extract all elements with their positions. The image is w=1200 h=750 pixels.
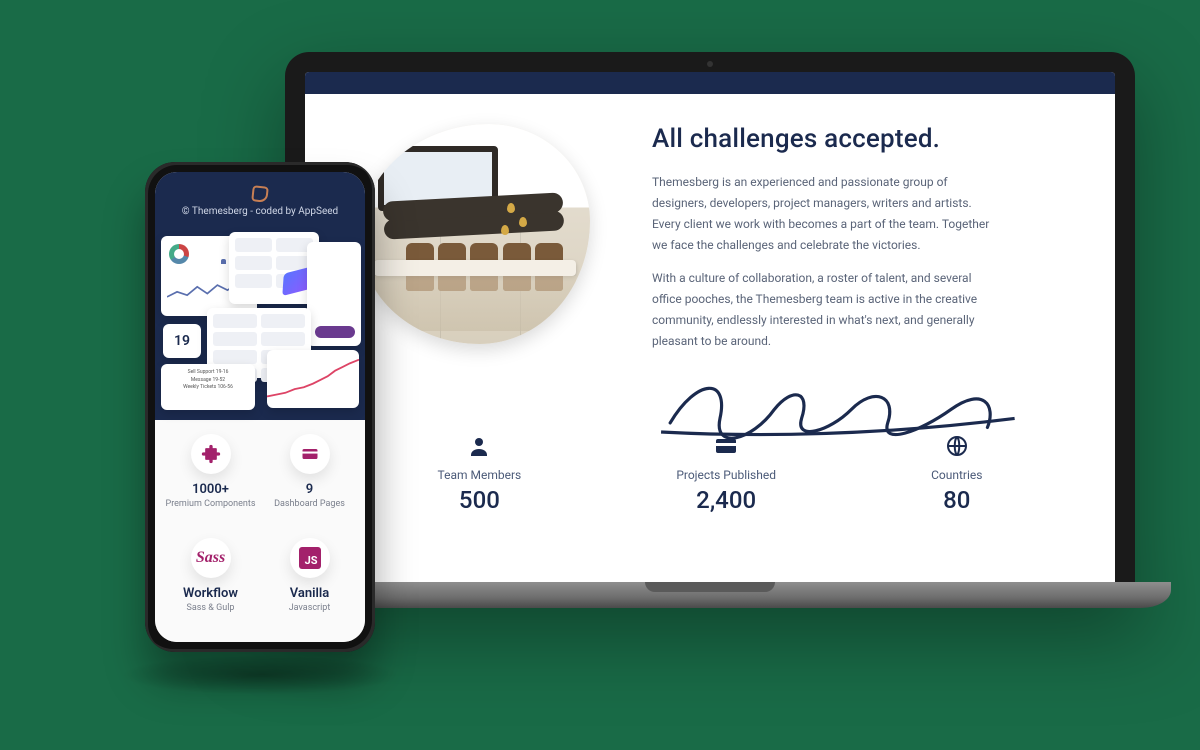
phone-credit: © Themesberg - coded by AppSeed: [163, 206, 357, 217]
about-paragraph: Themesberg is an experienced and passion…: [652, 172, 992, 256]
signature: [652, 364, 1060, 400]
about-heading: All challenges accepted.: [652, 124, 1060, 154]
card-icon: [290, 434, 330, 474]
laptop-bezel: All challenges accepted. Themesberg is a…: [285, 52, 1135, 582]
sass-icon: Sass: [191, 538, 231, 578]
brand-logo-icon: [251, 185, 269, 203]
card-icon: [714, 434, 738, 458]
stat-projects: Projects Published 2,400: [676, 434, 776, 514]
js-icon: JS: [290, 538, 330, 578]
about-paragraph: With a culture of collaboration, a roste…: [652, 268, 992, 352]
puzzle-icon: [191, 434, 231, 474]
stat-label: Countries: [931, 468, 982, 482]
collage-number-card: 19: [163, 324, 201, 358]
feature-title: 9: [262, 482, 357, 497]
collage-card: [307, 242, 361, 346]
phone-hero: © Themesberg - coded by AppSeed 19: [155, 172, 365, 420]
feature-vanilla: JS Vanilla Javascript: [262, 538, 357, 636]
stat-countries: Countries 80: [931, 434, 982, 514]
stat-value: 80: [931, 486, 982, 514]
donut-chart-icon: [169, 244, 189, 264]
phone-features-grid: 1000+ Premium Components 9 Dashboard Pag…: [155, 420, 365, 642]
user-icon: [467, 434, 491, 458]
laptop-screen: All challenges accepted. Themesberg is a…: [305, 72, 1115, 582]
collage-text-card: Sell Support 19-16 Message 19-52 Weekly …: [161, 364, 255, 410]
collage-card: [229, 232, 319, 304]
mini-line: Weekly Tickets 106-56: [166, 384, 250, 392]
feature-workflow: Sass Workflow Sass & Gulp: [163, 538, 258, 636]
feature-subtitle: Javascript: [262, 603, 357, 613]
phone-shadow: [120, 655, 400, 695]
feature-pages: 9 Dashboard Pages: [262, 434, 357, 532]
phone-mockup: © Themesberg - coded by AppSeed 19: [145, 162, 375, 652]
stat-team-members: Team Members 500: [438, 434, 522, 514]
site-topbar: [305, 72, 1115, 94]
feature-subtitle: Premium Components: [163, 499, 258, 509]
phone-screen: © Themesberg - coded by AppSeed 19: [155, 172, 365, 642]
laptop-base: [249, 582, 1171, 608]
stat-value: 2,400: [676, 486, 776, 514]
about-image: [360, 124, 610, 354]
stat-label: Projects Published: [676, 468, 776, 482]
stat-label: Team Members: [438, 468, 522, 482]
stats-row: Team Members 500 Projects Published 2,40…: [360, 434, 1060, 514]
globe-icon: [945, 434, 969, 458]
feature-title: Vanilla: [262, 586, 357, 601]
laptop-mockup: All challenges accepted. Themesberg is a…: [285, 52, 1135, 608]
feature-title: 1000+: [163, 482, 258, 497]
about-section: All challenges accepted. Themesberg is a…: [305, 94, 1115, 582]
feature-subtitle: Sass & Gulp: [163, 603, 258, 613]
dashboard-collage: 19 Sell Support 19-16 Message 19-52 Week…: [155, 232, 365, 424]
mini-line: Sell Support 19-16: [166, 369, 250, 377]
about-copy: All challenges accepted. Themesberg is a…: [652, 124, 1060, 400]
collage-card: [267, 350, 359, 408]
mini-line: Message 19-52: [166, 377, 250, 385]
stat-value: 500: [438, 486, 522, 514]
laptop-camera: [707, 61, 713, 67]
feature-title: Workflow: [163, 586, 258, 601]
feature-components: 1000+ Premium Components: [163, 434, 258, 532]
feature-subtitle: Dashboard Pages: [262, 499, 357, 509]
